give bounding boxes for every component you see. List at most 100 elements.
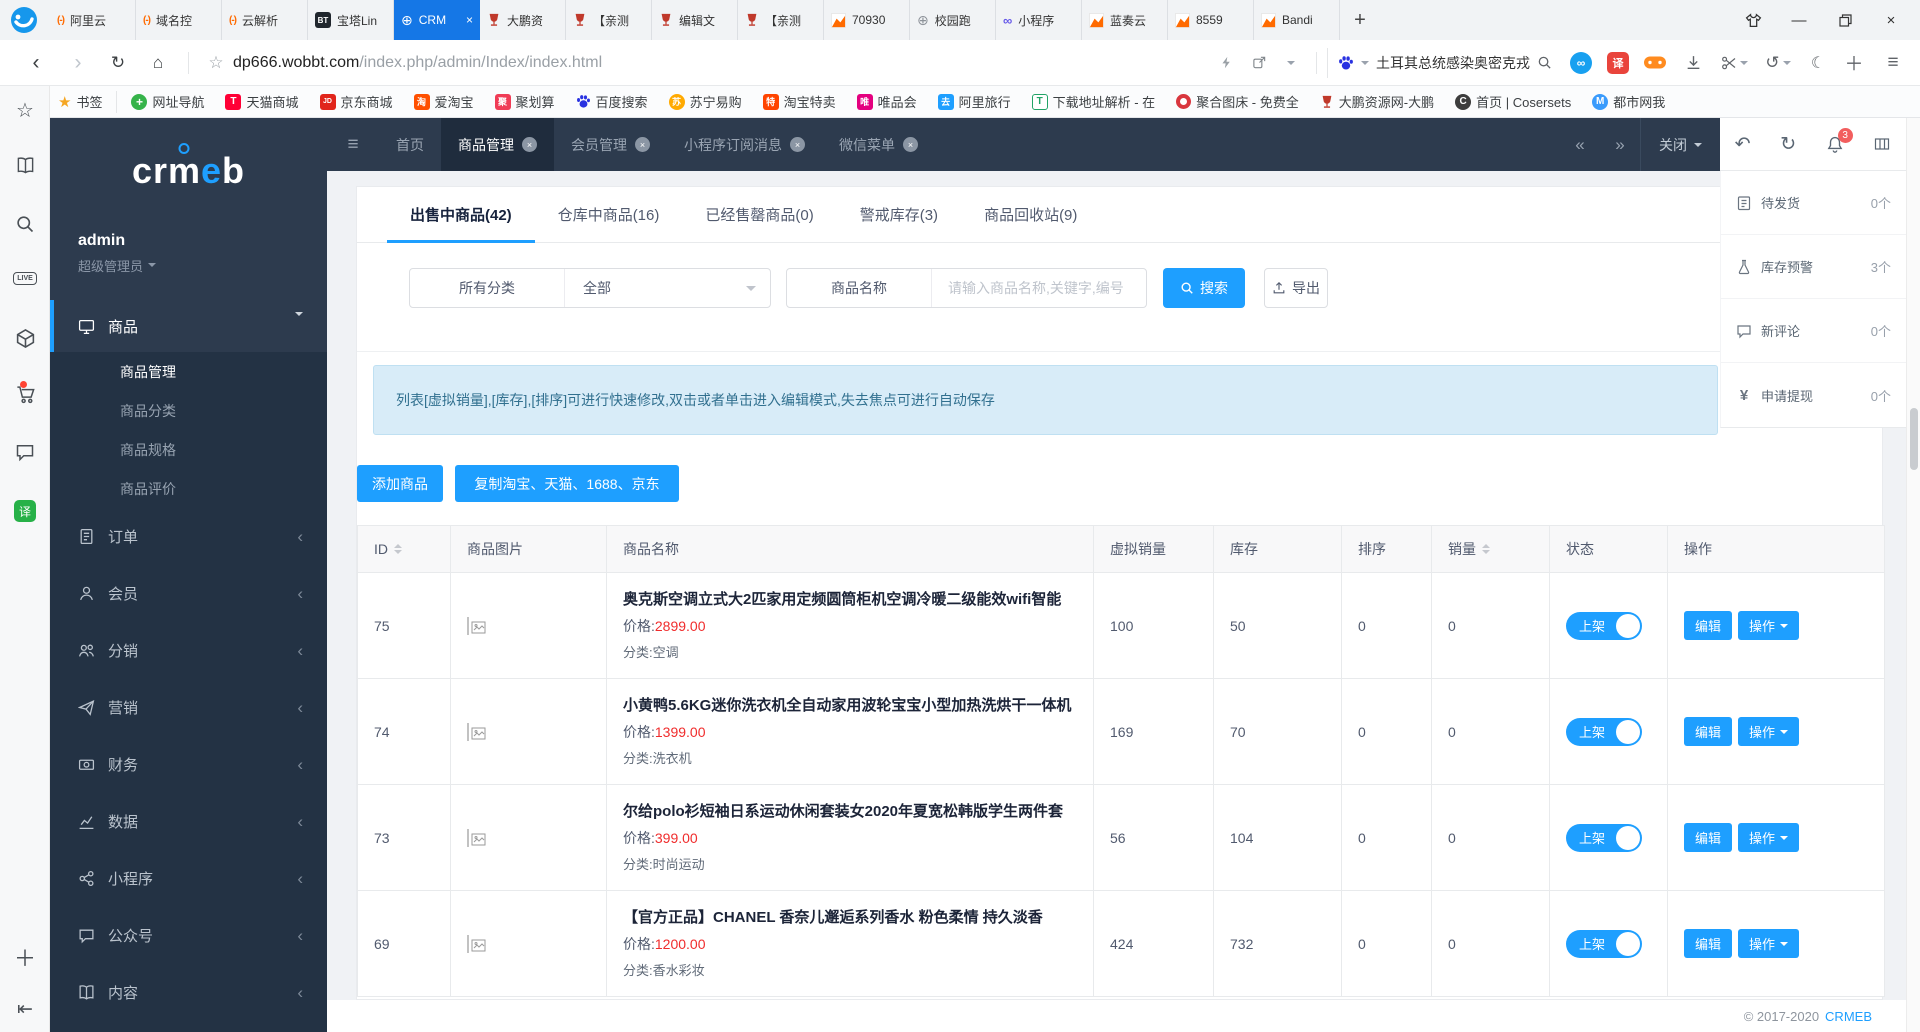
- sidebar-item-orders[interactable]: 订单‹: [50, 508, 327, 565]
- goods-name[interactable]: 尔给polo衫短袖日系运动休闲套装女2020年夏宽松韩版学生两件套: [623, 802, 1093, 822]
- bookmark-item[interactable]: 下载地址解析 - 在: [1032, 92, 1156, 111]
- sidebar-item-data[interactable]: 数据‹: [50, 793, 327, 850]
- minimize-button[interactable]: —: [1776, 0, 1822, 40]
- sidebar-item-content[interactable]: 内容‹: [50, 964, 327, 1021]
- undo-icon[interactable]: ↺: [1756, 53, 1800, 73]
- screenshot-scissors-icon[interactable]: [1712, 55, 1756, 71]
- scrollbar-thumb[interactable]: [1910, 408, 1918, 470]
- browser-logo-icon[interactable]: [9, 5, 39, 35]
- bookmark-item[interactable]: 首页 | Cosersets: [1455, 92, 1571, 111]
- browser-tab[interactable]: (-)阿里云: [50, 0, 136, 40]
- status-toggle[interactable]: 上架: [1566, 930, 1642, 958]
- goods-image-broken[interactable]: [467, 723, 469, 741]
- page-scrollbar[interactable]: [1906, 118, 1920, 1032]
- sidebar-item-wechat[interactable]: 公众号‹: [50, 907, 327, 964]
- goods-image-broken[interactable]: [467, 617, 469, 635]
- goods-name[interactable]: 小黄鸭5.6KG迷你洗衣机全自动家用波轮宝宝小型加热洗烘干一体机: [623, 696, 1093, 716]
- browser-tab[interactable]: 编辑文: [652, 0, 738, 40]
- tab-soldout[interactable]: 已经售罄商品(0): [682, 187, 836, 242]
- lightning-icon[interactable]: [1210, 55, 1242, 70]
- category-select[interactable]: 全部: [565, 278, 746, 298]
- chevron-down-icon[interactable]: [1276, 57, 1306, 69]
- sidebar-item-finance[interactable]: 财务‹: [50, 736, 327, 793]
- close-button[interactable]: ×: [1868, 0, 1914, 40]
- sidebar-sub-goods-spec[interactable]: 商品规格: [50, 430, 327, 469]
- tab-recycle[interactable]: 商品回收站(9): [961, 187, 1100, 242]
- night-mode-icon[interactable]: ☾: [1800, 53, 1836, 73]
- status-toggle[interactable]: 上架: [1566, 718, 1642, 746]
- forward-icon[interactable]: ›: [58, 51, 98, 75]
- translate-icon[interactable]: 译: [1600, 52, 1636, 74]
- sort-icons[interactable]: [394, 540, 402, 558]
- search-icon[interactable]: [1537, 55, 1552, 70]
- virtual-sales-cell[interactable]: 424: [1094, 891, 1214, 997]
- restore-button[interactable]: [1822, 0, 1868, 40]
- browser-tab[interactable]: (-)域名控: [136, 0, 222, 40]
- browser-tab[interactable]: ∞小程序: [996, 0, 1082, 40]
- browser-tab[interactable]: (-)云解析: [222, 0, 308, 40]
- stat-stock-alert[interactable]: 库存预警 3个: [1721, 235, 1906, 299]
- stat-new-comments[interactable]: 新评论 0个: [1721, 299, 1906, 363]
- nav-tab-wechat-menu[interactable]: 微信菜单×: [822, 118, 935, 171]
- tab-warehouse[interactable]: 仓库中商品(16): [535, 187, 683, 242]
- more-actions-button[interactable]: 操作: [1738, 717, 1799, 746]
- tab-close-icon[interactable]: ×: [635, 137, 650, 152]
- edit-button[interactable]: 编辑: [1684, 611, 1732, 640]
- tab-close-icon[interactable]: ×: [522, 137, 537, 152]
- tab-stock-alert[interactable]: 警戒库存(3): [837, 187, 961, 242]
- sort-cell[interactable]: 0: [1342, 785, 1432, 891]
- admin-user[interactable]: admin 超级管理员: [78, 232, 156, 275]
- edit-button[interactable]: 编辑: [1684, 823, 1732, 852]
- scroll-tabs-right-icon[interactable]: »: [1600, 118, 1640, 171]
- bookmark-star-icon[interactable]: ☆: [199, 53, 233, 73]
- strip-add-icon[interactable]: ＋: [0, 941, 50, 973]
- stock-cell[interactable]: 104: [1214, 785, 1342, 891]
- bookmark-item[interactable]: 网址导航: [131, 92, 204, 111]
- bookmark-item[interactable]: 大鹏资源网-大鹏: [1320, 92, 1434, 111]
- browser-tab[interactable]: 蓝奏云: [1082, 0, 1168, 40]
- nav-tab-member-manage[interactable]: 会员管理×: [554, 118, 667, 171]
- sort-cell[interactable]: 0: [1342, 891, 1432, 997]
- favorites-star-icon[interactable]: ☆: [0, 98, 50, 123]
- sort-cell[interactable]: 0: [1342, 573, 1432, 679]
- stock-cell[interactable]: 70: [1214, 679, 1342, 785]
- bookmark-item[interactable]: 淘宝特卖: [763, 92, 836, 111]
- browser-tab[interactable]: 【亲测: [738, 0, 824, 40]
- goods-name[interactable]: 奥克斯空调立式大2匹家用定频圆筒柜机空调冷暖二级能效wifi智能: [623, 590, 1093, 610]
- edit-button[interactable]: 编辑: [1684, 929, 1732, 958]
- sidebar-item-members[interactable]: 会员‹: [50, 565, 327, 622]
- close-tabs-dropdown[interactable]: 关闭: [1640, 118, 1720, 171]
- sidebar-sub-goods-manage[interactable]: 商品管理: [50, 352, 327, 391]
- sidebar-item-goods[interactable]: 商品: [50, 300, 327, 352]
- new-tab-button[interactable]: +: [1340, 0, 1380, 40]
- nav-tab-subscribe-msg[interactable]: 小程序订阅消息×: [667, 118, 822, 171]
- sidebar-item-miniprogram[interactable]: 小程序‹: [50, 850, 327, 907]
- browser-tab[interactable]: 70930: [824, 0, 910, 40]
- game-center-icon[interactable]: [1636, 54, 1674, 71]
- stat-withdrawal[interactable]: ¥ 申请提现 0个: [1721, 363, 1906, 427]
- bookmark-item[interactable]: 爱淘宝: [414, 92, 474, 111]
- sidebar-item-marketing[interactable]: 营销‹: [50, 679, 327, 736]
- back-icon[interactable]: ‹: [14, 51, 58, 75]
- browser-tab[interactable]: Bandi: [1254, 0, 1340, 40]
- layout-columns-icon[interactable]: [1873, 136, 1891, 152]
- virtual-sales-cell[interactable]: 100: [1094, 573, 1214, 679]
- collect-icon[interactable]: ∞: [1562, 52, 1600, 74]
- hamburger-icon[interactable]: ≡: [327, 118, 379, 171]
- search-button[interactable]: 搜索: [1163, 268, 1245, 308]
- browser-tab[interactable]: 【亲测: [566, 0, 652, 40]
- add-icon[interactable]: ＋: [1836, 49, 1872, 76]
- back-curved-icon[interactable]: ↶: [1735, 133, 1751, 156]
- bookmark-item[interactable]: 百度搜索: [576, 92, 648, 111]
- browser-tab[interactable]: 大鹏资: [480, 0, 566, 40]
- virtual-sales-cell[interactable]: 169: [1094, 679, 1214, 785]
- goods-image-broken[interactable]: [467, 935, 469, 953]
- tab-close-icon[interactable]: ×: [903, 137, 918, 152]
- bookmark-item[interactable]: 聚划算: [495, 92, 555, 111]
- crmeb-link[interactable]: CRMEB: [1825, 1009, 1872, 1024]
- bookmark-item[interactable]: 唯品会: [857, 92, 917, 111]
- goods-name[interactable]: 【官方正品】CHANEL 香奈儿邂逅系列香水 粉色柔情 持久淡香: [623, 908, 1093, 928]
- download-icon[interactable]: [1674, 54, 1712, 71]
- sidebar-sub-goods-review[interactable]: 商品评价: [50, 469, 327, 508]
- stat-pending-delivery[interactable]: 待发货 0个: [1721, 171, 1906, 235]
